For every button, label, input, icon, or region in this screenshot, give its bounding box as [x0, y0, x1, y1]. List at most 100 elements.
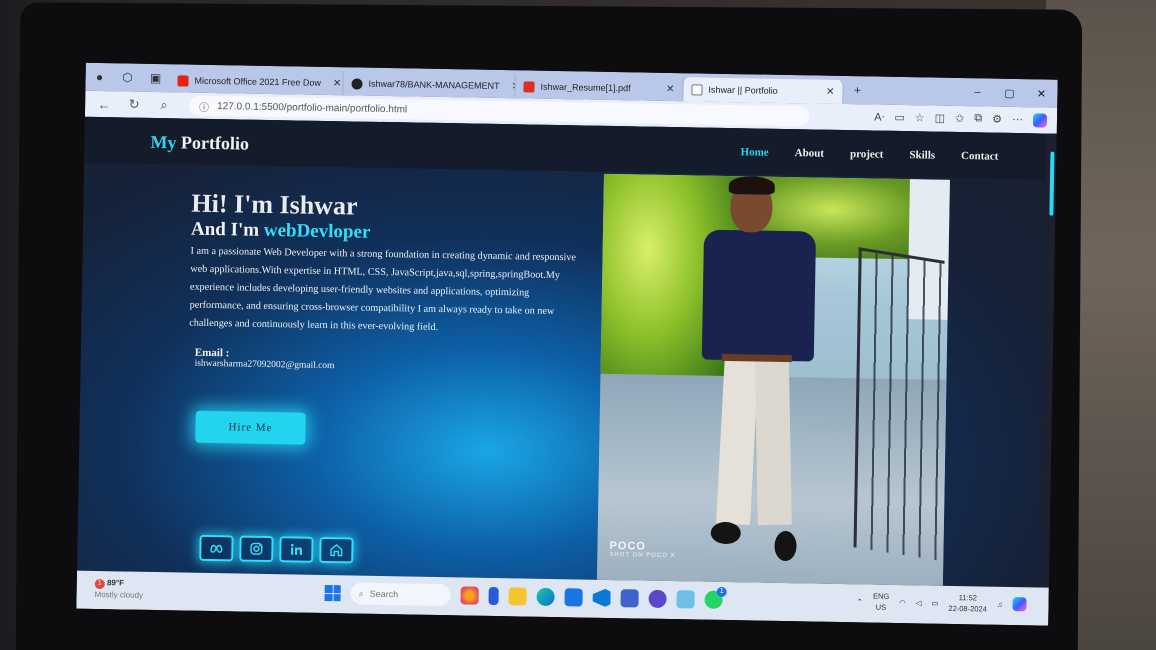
hero-intro: Hi! I'm Ishwar And I'm webDevloper I am … [189, 189, 582, 376]
tab-youtube[interactable]: Microsoft Office 2021 Free Dow ✕ [169, 68, 344, 96]
wifi-icon[interactable]: ◠ [899, 598, 906, 607]
address-tools: Aᐧ ▭ ☆ ◫ ✩ ⧉ ⚙ ⋯ [874, 111, 1057, 128]
laptop-screen: ● ⬡ ▣ Microsoft Office 2021 Free Dow ✕ I… [76, 62, 1058, 626]
logo-accent: My [150, 131, 177, 153]
search-icon[interactable]: ⌕ [151, 97, 177, 113]
instagram-icon[interactable] [239, 535, 274, 563]
person-shoe-right [774, 530, 797, 562]
person-pants-right [754, 360, 792, 526]
vscode-icon[interactable] [592, 589, 610, 607]
hire-me-button[interactable]: Hire Me [195, 410, 306, 445]
tab-title: Ishwar || Portfolio [708, 84, 778, 96]
notification-badge: 1 [716, 586, 727, 598]
close-tab-icon[interactable]: ✕ [327, 77, 342, 89]
tab-portfolio[interactable]: Ishwar || Portfolio ✕ [683, 77, 844, 104]
taskbar-search[interactable]: ⌕ Search [350, 582, 451, 607]
url-text: 127.0.0.1:5500/portfolio-main/portfolio.… [217, 100, 408, 115]
window-controls: – ▢ ✕ [961, 86, 1057, 101]
laptop-bezel: ● ⬡ ▣ Microsoft Office 2021 Free Dow ✕ I… [15, 2, 1083, 650]
nav-home[interactable]: Home [740, 146, 768, 158]
tab-actions-icon[interactable]: ▣ [141, 64, 169, 92]
workspaces-icon[interactable]: ⬡ [113, 63, 141, 91]
weather-temp: 89°F [106, 578, 125, 588]
nav-skills[interactable]: Skills [909, 149, 935, 161]
read-aloud-icon[interactable]: Aᐧ [874, 111, 884, 125]
site-logo[interactable]: My Portfolio [150, 132, 249, 155]
person-shoe-left [710, 521, 741, 545]
refresh-icon[interactable]: ↻ [121, 96, 147, 112]
person-belt [721, 353, 792, 363]
portfolio-page: My Portfolio Home About project Skills C… [76, 116, 1057, 588]
scrollbar-thumb[interactable] [1049, 151, 1055, 216]
pdf-icon [523, 80, 535, 93]
page-icon [691, 83, 703, 96]
close-tab-icon[interactable]: ✕ [660, 83, 675, 94]
social-links [199, 534, 354, 564]
taskbar-apps: ⌕ Search 1 [324, 582, 727, 611]
tab-resume-pdf[interactable]: Ishwar_Resume[1].pdf ✕ [515, 74, 684, 102]
photo-railing [853, 247, 945, 561]
volume-icon[interactable]: ◁ [916, 598, 922, 607]
clock-date: 22-08-2024 [948, 603, 987, 614]
subtitle-prefix: And I'm [190, 218, 265, 241]
hero-bio: I am a passionate Web Developer with a s… [189, 245, 577, 333]
home-icon[interactable] [319, 536, 354, 564]
battery-icon[interactable]: ▭ [931, 598, 938, 607]
file-explorer-icon[interactable] [508, 587, 527, 606]
tab-github[interactable]: Ishwar78/BANK-MANAGEMENT ✕ [343, 71, 516, 99]
back-icon[interactable]: ← [91, 96, 117, 111]
media-player-icon[interactable] [648, 589, 667, 608]
favorite-star-icon[interactable]: ☆ [915, 111, 925, 125]
nav-project[interactable]: project [850, 148, 884, 161]
copilot-taskbar-icon[interactable] [1012, 597, 1027, 612]
photos-app-icon[interactable] [620, 589, 639, 608]
edge-browser-icon[interactable] [536, 587, 555, 607]
lang-bottom: US [875, 602, 887, 612]
extensions-icon[interactable]: ⚙ [992, 113, 1002, 127]
meta-icon[interactable] [199, 534, 234, 562]
close-tab-icon[interactable]: ✕ [820, 86, 835, 97]
youtube-icon [177, 74, 189, 87]
minimize-icon[interactable]: – [961, 86, 993, 100]
weather-desc: Mostly cloudy [94, 589, 144, 600]
search-placeholder: Search [369, 588, 399, 600]
widgets-app-icon[interactable] [460, 586, 479, 605]
windows-start-icon[interactable] [324, 585, 341, 602]
weather-badge: 1 [94, 578, 105, 590]
more-icon[interactable]: ⋯ [1012, 113, 1023, 127]
linkedin-icon[interactable] [279, 536, 314, 563]
mail-app-icon[interactable] [676, 590, 695, 609]
page-scrollbar[interactable] [1038, 133, 1057, 588]
github-icon [351, 77, 363, 90]
hero-role: webDevloper [263, 219, 371, 243]
reader-icon[interactable]: ▭ [894, 111, 905, 125]
maximize-icon[interactable]: ▢ [993, 86, 1025, 100]
weather-widget[interactable]: 1 89°F Mostly cloudy [94, 577, 144, 602]
split-screen-icon[interactable]: ◫ [935, 112, 946, 126]
copilot-icon[interactable] [1032, 113, 1048, 128]
nav-contact[interactable]: Contact [961, 150, 998, 163]
clock-time: 11:52 [958, 593, 978, 603]
tab-title: Ishwar78/BANK-MANAGEMENT [368, 78, 500, 91]
close-window-icon[interactable]: ✕ [1025, 87, 1057, 101]
tab-title: Microsoft Office 2021 Free Dow [194, 75, 322, 88]
favorites-icon[interactable]: ✩ [955, 112, 964, 126]
chevron-up-icon[interactable]: ⌃ [857, 597, 863, 606]
store-app-icon[interactable] [564, 588, 583, 607]
whatsapp-icon[interactable]: 1 [704, 586, 727, 609]
profile-icon[interactable]: ● [85, 63, 113, 91]
watermark-sub: SHOT ON POCO X [609, 551, 676, 560]
info-icon[interactable]: ⓘ [199, 98, 209, 113]
taskbar-clock[interactable]: 11:52 22-08-2024 [948, 592, 987, 615]
close-tab-icon[interactable]: ✕ [505, 81, 515, 92]
notifications-bell-icon[interactable]: ♫ [997, 599, 1003, 608]
logo-text: Portfolio [176, 132, 250, 154]
task-view-icon[interactable] [488, 586, 499, 606]
new-tab-icon[interactable]: + [843, 76, 871, 104]
language-indicator[interactable]: ENG US [873, 591, 890, 613]
camera-watermark: POCO SHOT ON POCO X [609, 540, 676, 559]
collections-icon[interactable]: ⧉ [974, 112, 982, 126]
system-tray: ⌃ ENG US ◠ ◁ ▭ 11:52 22-08-2024 ♫ [856, 590, 1027, 615]
nav-about[interactable]: About [795, 147, 825, 160]
watermark-brand: POCO [609, 539, 647, 553]
